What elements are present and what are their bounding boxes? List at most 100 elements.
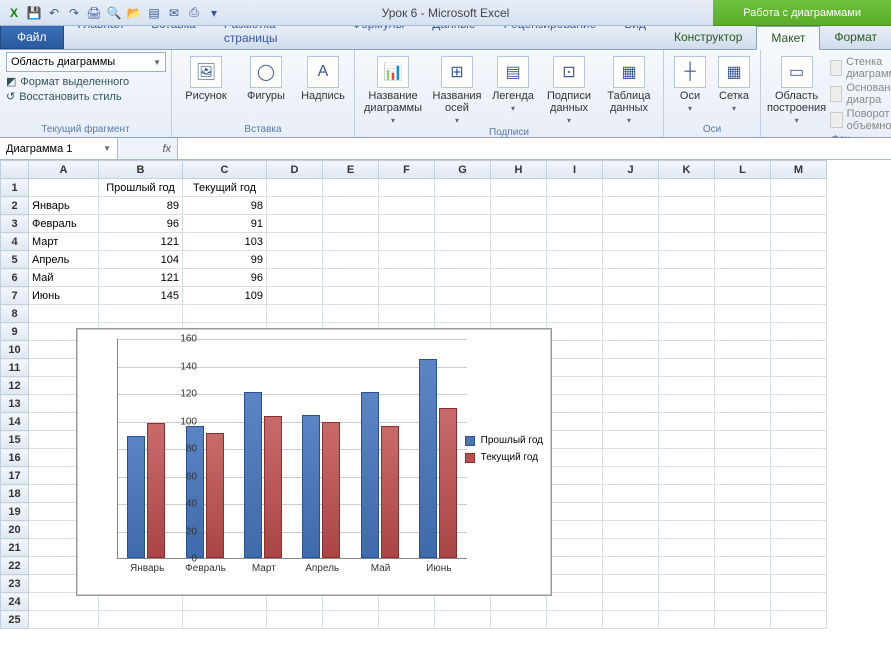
cell-E5[interactable]: [323, 251, 379, 269]
cell-I9[interactable]: [547, 323, 603, 341]
cell-D1[interactable]: [267, 179, 323, 197]
cell-B4[interactable]: 121: [99, 233, 183, 251]
bar-Текущий год-Апрель[interactable]: [322, 422, 340, 558]
cell-A25[interactable]: [29, 611, 99, 629]
cell-L12[interactable]: [715, 377, 771, 395]
cell-J16[interactable]: [603, 449, 659, 467]
cell-H7[interactable]: [491, 287, 547, 305]
cell-L15[interactable]: [715, 431, 771, 449]
cell-J24[interactable]: [603, 593, 659, 611]
save-icon[interactable]: 💾: [26, 5, 42, 21]
cell-H1[interactable]: [491, 179, 547, 197]
cell-B25[interactable]: [99, 611, 183, 629]
cell-I6[interactable]: [547, 269, 603, 287]
cell-F25[interactable]: [379, 611, 435, 629]
row-header-5[interactable]: 5: [1, 251, 29, 269]
cell-C5[interactable]: 99: [183, 251, 267, 269]
cell-K23[interactable]: [659, 575, 715, 593]
row-header-1[interactable]: 1: [1, 179, 29, 197]
cell-H8[interactable]: [491, 305, 547, 323]
fx-button[interactable]: fx: [118, 138, 178, 159]
col-header-I[interactable]: I: [547, 161, 603, 179]
cell-K1[interactable]: [659, 179, 715, 197]
cell-C3[interactable]: 91: [183, 215, 267, 233]
cell-M15[interactable]: [771, 431, 827, 449]
cell-G8[interactable]: [435, 305, 491, 323]
cell-I4[interactable]: [547, 233, 603, 251]
email-icon[interactable]: ✉: [166, 5, 182, 21]
col-header-B[interactable]: B: [99, 161, 183, 179]
cell-M24[interactable]: [771, 593, 827, 611]
cell-I5[interactable]: [547, 251, 603, 269]
cell-J11[interactable]: [603, 359, 659, 377]
cell-B6[interactable]: 121: [99, 269, 183, 287]
cell-I21[interactable]: [547, 539, 603, 557]
cell-J6[interactable]: [603, 269, 659, 287]
cell-A8[interactable]: [29, 305, 99, 323]
cell-B8[interactable]: [99, 305, 183, 323]
cell-E7[interactable]: [323, 287, 379, 305]
row-header-14[interactable]: 14: [1, 413, 29, 431]
row-header-10[interactable]: 10: [1, 341, 29, 359]
cell-L2[interactable]: [715, 197, 771, 215]
row-header-20[interactable]: 20: [1, 521, 29, 539]
cell-G4[interactable]: [435, 233, 491, 251]
cell-L16[interactable]: [715, 449, 771, 467]
cell-M9[interactable]: [771, 323, 827, 341]
cell-J22[interactable]: [603, 557, 659, 575]
col-header-C[interactable]: C: [183, 161, 267, 179]
cell-M16[interactable]: [771, 449, 827, 467]
cell-B5[interactable]: 104: [99, 251, 183, 269]
cell-M17[interactable]: [771, 467, 827, 485]
cell-D3[interactable]: [267, 215, 323, 233]
select-all-corner[interactable]: [1, 161, 29, 179]
cell-L4[interactable]: [715, 233, 771, 251]
chart-title-button[interactable]: 📊Название диаграммы▾: [361, 52, 425, 125]
undo-icon[interactable]: ↶: [46, 5, 62, 21]
row-header-11[interactable]: 11: [1, 359, 29, 377]
cell-I17[interactable]: [547, 467, 603, 485]
cell-I22[interactable]: [547, 557, 603, 575]
cell-A3[interactable]: Февраль: [29, 215, 99, 233]
row-header-12[interactable]: 12: [1, 377, 29, 395]
cell-K20[interactable]: [659, 521, 715, 539]
cell-F6[interactable]: [379, 269, 435, 287]
cell-I15[interactable]: [547, 431, 603, 449]
row-header-16[interactable]: 16: [1, 449, 29, 467]
cell-J18[interactable]: [603, 485, 659, 503]
cell-I1[interactable]: [547, 179, 603, 197]
cell-J2[interactable]: [603, 197, 659, 215]
cell-K9[interactable]: [659, 323, 715, 341]
row-header-22[interactable]: 22: [1, 557, 29, 575]
cell-K3[interactable]: [659, 215, 715, 233]
cell-H2[interactable]: [491, 197, 547, 215]
cell-K11[interactable]: [659, 359, 715, 377]
bar-Текущий год-Май[interactable]: [381, 426, 399, 558]
cell-D5[interactable]: [267, 251, 323, 269]
reset-style-button[interactable]: ↺ Восстановить стиль: [6, 89, 165, 104]
cell-K5[interactable]: [659, 251, 715, 269]
cell-I18[interactable]: [547, 485, 603, 503]
cell-K4[interactable]: [659, 233, 715, 251]
cell-J3[interactable]: [603, 215, 659, 233]
cell-I2[interactable]: [547, 197, 603, 215]
row-header-4[interactable]: 4: [1, 233, 29, 251]
cell-K8[interactable]: [659, 305, 715, 323]
col-header-F[interactable]: F: [379, 161, 435, 179]
cell-M19[interactable]: [771, 503, 827, 521]
cell-L10[interactable]: [715, 341, 771, 359]
bar-Прошлый год-Январь[interactable]: [127, 436, 145, 558]
row-header-6[interactable]: 6: [1, 269, 29, 287]
cell-G5[interactable]: [435, 251, 491, 269]
cell-L3[interactable]: [715, 215, 771, 233]
cell-L21[interactable]: [715, 539, 771, 557]
cell-K19[interactable]: [659, 503, 715, 521]
cell-G2[interactable]: [435, 197, 491, 215]
cell-F4[interactable]: [379, 233, 435, 251]
cell-E25[interactable]: [323, 611, 379, 629]
cell-F3[interactable]: [379, 215, 435, 233]
col-header-J[interactable]: J: [603, 161, 659, 179]
cell-K25[interactable]: [659, 611, 715, 629]
cell-H4[interactable]: [491, 233, 547, 251]
cell-K21[interactable]: [659, 539, 715, 557]
